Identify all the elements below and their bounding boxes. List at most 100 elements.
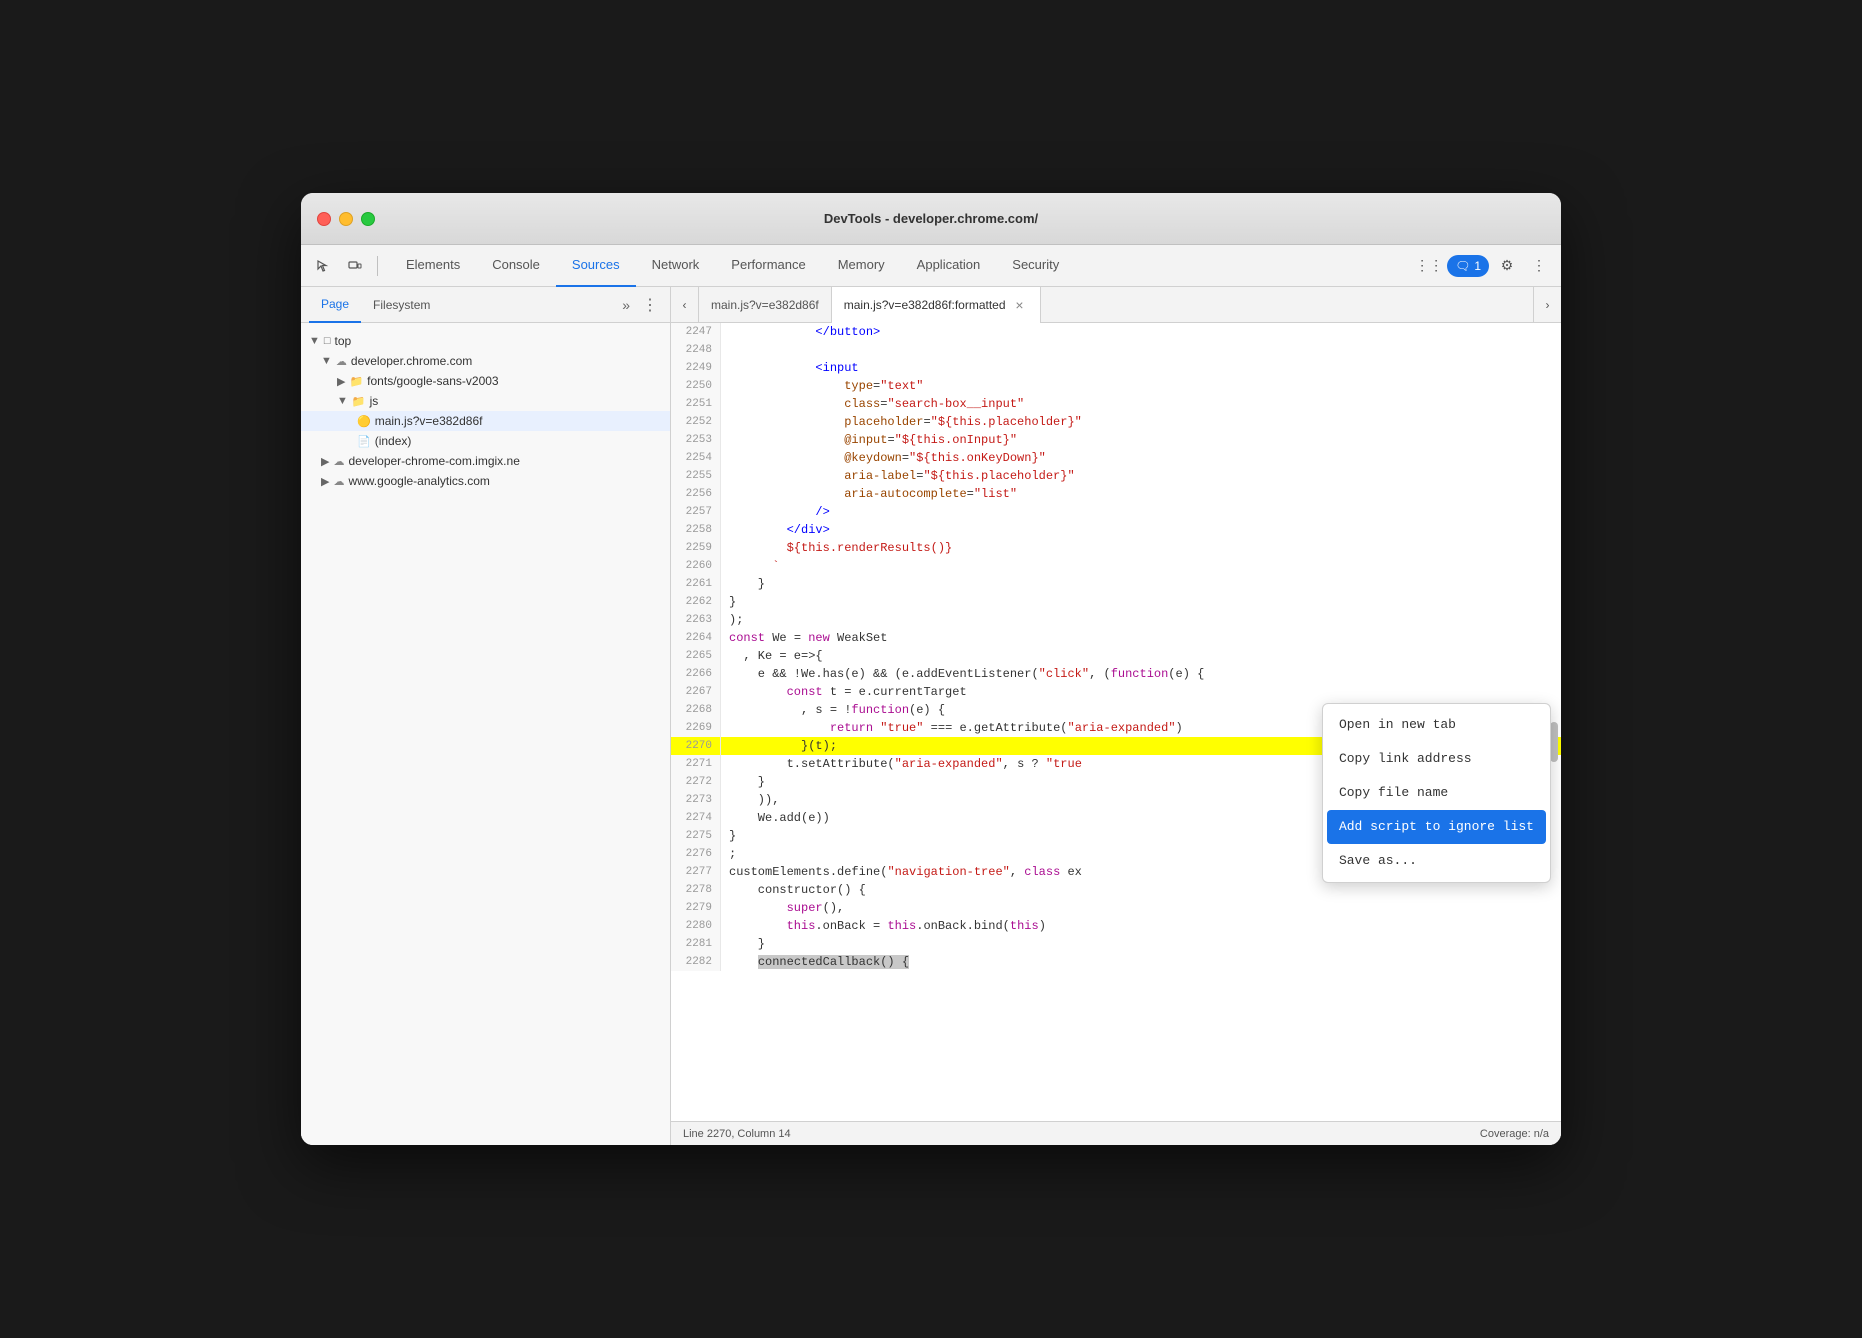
customize-button[interactable]: ⋮	[1525, 252, 1553, 280]
code-line-2247: 2247 </button>	[671, 323, 1561, 341]
code-line-2267: 2267 const t = e.currentTarget	[671, 683, 1561, 701]
tree-item-top[interactable]: ▼ □ top	[301, 331, 670, 351]
traffic-lights	[317, 212, 375, 226]
code-navigate-back[interactable]: ‹	[671, 287, 699, 323]
code-tab-mainjs-formatted-label: main.js?v=e382d86f:formatted	[844, 298, 1006, 312]
tree-label-analytics: www.google-analytics.com	[348, 474, 489, 488]
code-line-2279: 2279 super(),	[671, 899, 1561, 917]
devtools-tabs: Elements Console Sources Network Perform…	[390, 245, 1415, 287]
console-badge-icon: 🗨	[1455, 259, 1470, 273]
arrow-closed-icon-2: ▶	[321, 455, 329, 468]
context-menu: Open in new tab Copy link address Copy f…	[1322, 703, 1551, 883]
code-line-2259: 2259 ${this.renderResults()}	[671, 539, 1561, 557]
code-line-2264: 2264 const We = new WeakSet	[671, 629, 1561, 647]
context-menu-copy-link[interactable]: Copy link address	[1323, 742, 1550, 776]
code-line-2281: 2281 }	[671, 935, 1561, 953]
maximize-button[interactable]	[361, 212, 375, 226]
tab-application[interactable]: Application	[901, 245, 997, 287]
tab-security[interactable]: Security	[996, 245, 1075, 287]
code-line-2278: 2278 constructor() {	[671, 881, 1561, 899]
cursor-position: Line 2270, Column 14	[683, 1128, 791, 1140]
code-line-2254: 2254 @keydown="${this.onKeyDown}"	[671, 449, 1561, 467]
tree-label-imgix: developer-chrome-com.imgix.ne	[348, 454, 519, 468]
close-button[interactable]	[317, 212, 331, 226]
folder-icon-3: 📁	[352, 395, 366, 408]
sidebar-tab-filesystem[interactable]: Filesystem	[361, 287, 442, 323]
close-tab-button[interactable]: ×	[1012, 297, 1028, 313]
minimize-button[interactable]	[339, 212, 353, 226]
tree-item-fonts[interactable]: ▶ 📁 fonts/google-sans-v2003	[301, 371, 670, 391]
code-line-2248: 2248	[671, 341, 1561, 359]
tree-item-analytics[interactable]: ▶ ☁ www.google-analytics.com	[301, 471, 670, 491]
code-line-2253: 2253 @input="${this.onInput}"	[671, 431, 1561, 449]
code-line-2262: 2262 }	[671, 593, 1561, 611]
tree-label-top: top	[335, 334, 352, 348]
code-area: ‹ main.js?v=e382d86f main.js?v=e382d86f:…	[671, 287, 1561, 1145]
arrow-open-icon-2: ▼	[321, 355, 332, 367]
tab-memory[interactable]: Memory	[822, 245, 901, 287]
tree-label-chrome: developer.chrome.com	[351, 354, 472, 368]
code-line-2255: 2255 aria-label="${this.placeholder}"	[671, 467, 1561, 485]
arrow-open-icon-3: ▼	[337, 395, 348, 407]
device-toolbar-button[interactable]	[341, 252, 369, 280]
code-line-2251: 2251 class="search-box__input"	[671, 395, 1561, 413]
tree-item-chrome-com[interactable]: ▼ ☁ developer.chrome.com	[301, 351, 670, 371]
tab-sources[interactable]: Sources	[556, 245, 636, 287]
console-badge[interactable]: 🗨 1	[1447, 255, 1489, 277]
code-line-2265: 2265 , Ke = e=>{	[671, 647, 1561, 665]
tree-item-mainjs[interactable]: 🟡 main.js?v=e382d86f	[301, 411, 670, 431]
context-menu-open-new-tab[interactable]: Open in new tab	[1323, 708, 1550, 742]
code-line-2266: 2266 e && !We.has(e) && (e.addEventListe…	[671, 665, 1561, 683]
file-tree: ▼ □ top ▼ ☁ developer.chrome.com ▶ 📁	[301, 323, 670, 1145]
tree-item-imgix[interactable]: ▶ ☁ developer-chrome-com.imgix.ne	[301, 451, 670, 471]
tree-label-js: js	[370, 394, 379, 408]
tab-elements[interactable]: Elements	[390, 245, 476, 287]
context-menu-add-to-ignore[interactable]: Add script to ignore list	[1327, 810, 1546, 844]
folder-icon-2: 📁	[349, 375, 363, 388]
file-html-icon: 📄	[357, 435, 371, 448]
tree-label-mainjs: main.js?v=e382d86f	[375, 414, 483, 428]
code-line-2256: 2256 aria-autocomplete="list"	[671, 485, 1561, 503]
tree-item-index[interactable]: 📄 (index)	[301, 431, 670, 451]
toolbar-right: ⋮⋮ 🗨 1 ⚙ ⋮	[1415, 252, 1553, 280]
code-line-2252: 2252 placeholder="${this.placeholder}"	[671, 413, 1561, 431]
devtools-toolbar: Elements Console Sources Network Perform…	[301, 245, 1561, 287]
code-tab-mainjs[interactable]: main.js?v=e382d86f	[699, 287, 832, 323]
code-line-2249: 2249 <input	[671, 359, 1561, 377]
tree-label-index: (index)	[375, 434, 412, 448]
arrow-closed-icon-1: ▶	[337, 375, 345, 388]
code-editor[interactable]: 2247 </button> 2248 2249 <input	[671, 323, 1561, 1121]
code-line-2250: 2250 type="text"	[671, 377, 1561, 395]
tab-performance[interactable]: Performance	[715, 245, 821, 287]
tree-item-js[interactable]: ▼ 📁 js	[301, 391, 670, 411]
arrow-closed-icon-3: ▶	[321, 475, 329, 488]
window-title: DevTools - developer.chrome.com/	[824, 211, 1038, 226]
tab-console[interactable]: Console	[476, 245, 556, 287]
context-menu-copy-filename[interactable]: Copy file name	[1323, 776, 1550, 810]
code-line-2257: 2257 />	[671, 503, 1561, 521]
cloud-icon-1: ☁	[336, 355, 347, 368]
cloud-icon-3: ☁	[333, 475, 344, 488]
code-tab-mainjs-formatted[interactable]: main.js?v=e382d86f:formatted ×	[832, 287, 1041, 323]
code-tab-mainjs-label: main.js?v=e382d86f	[711, 298, 819, 312]
scrollbar-indicator	[1550, 722, 1558, 762]
inspect-element-button[interactable]	[309, 252, 337, 280]
file-js-icon: 🟡	[357, 415, 371, 428]
status-bar: Line 2270, Column 14 Coverage: n/a	[671, 1121, 1561, 1145]
sidebar-more-tabs[interactable]: »	[614, 297, 638, 313]
cloud-icon-2: ☁	[333, 455, 344, 468]
devtools-container: Elements Console Sources Network Perform…	[301, 245, 1561, 1145]
code-line-2260: 2260 `	[671, 557, 1561, 575]
toolbar-separator	[377, 256, 378, 276]
tab-network[interactable]: Network	[636, 245, 716, 287]
context-menu-save-as[interactable]: Save as...	[1323, 844, 1550, 878]
devtools-window: DevTools - developer.chrome.com/	[301, 193, 1561, 1145]
tree-label-fonts: fonts/google-sans-v2003	[367, 374, 498, 388]
code-tabs-right-button[interactable]: ›	[1533, 287, 1561, 323]
more-tabs-button[interactable]: ⋮⋮	[1415, 252, 1443, 280]
sidebar-menu-button[interactable]: ⋮	[638, 293, 662, 317]
coverage-status: Coverage: n/a	[1480, 1128, 1549, 1140]
sidebar-tab-page[interactable]: Page	[309, 287, 361, 323]
settings-button[interactable]: ⚙	[1493, 252, 1521, 280]
folder-icon: □	[324, 335, 331, 347]
